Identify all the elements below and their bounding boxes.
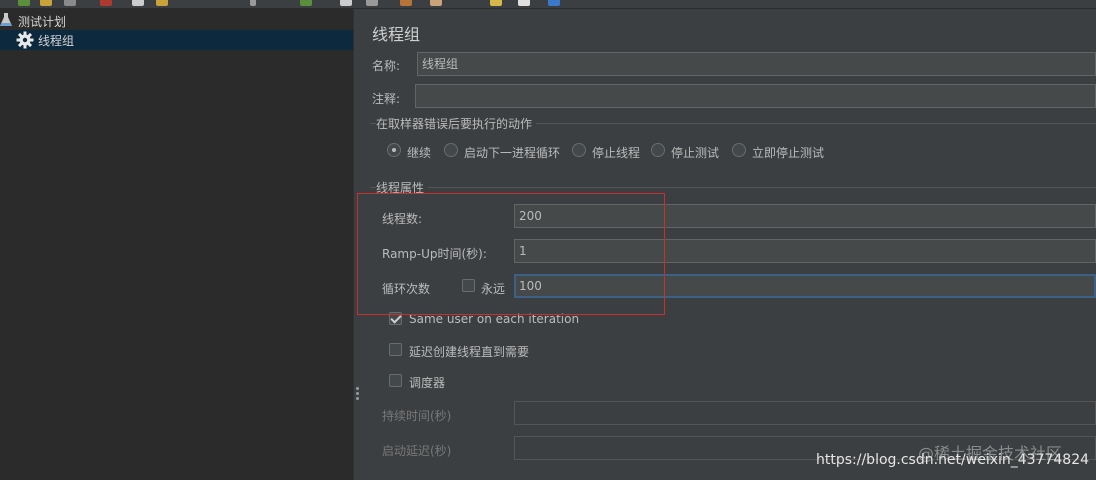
copy-icon[interactable] — [132, 0, 144, 6]
radio-label-start-next-loop: 启动下一进程循环 — [464, 146, 561, 160]
grip-dot — [356, 392, 359, 395]
delay-create-label: 延迟创建线程直到需要 — [409, 345, 530, 359]
comment-input[interactable] — [415, 84, 1096, 108]
scheduler-checkbox[interactable] — [389, 374, 402, 387]
tree-item-test-plan[interactable]: 测试计划 — [0, 11, 353, 31]
paste-icon[interactable] — [156, 0, 168, 6]
name-label: 名称: — [372, 59, 401, 73]
search-icon[interactable] — [430, 0, 442, 6]
tree-item-thread-group[interactable]: 线程组 — [0, 30, 353, 50]
grip-dot — [356, 397, 359, 400]
radio-label-continue: 继续 — [407, 146, 432, 160]
panel-title: 线程组 — [372, 25, 421, 44]
folder-icon[interactable] — [40, 0, 52, 6]
tree-item-label: 线程组 — [38, 33, 75, 48]
delay-create-checkbox[interactable] — [389, 343, 402, 356]
duration-label: 持续时间(秒) — [382, 409, 452, 423]
function-icon[interactable] — [490, 0, 502, 6]
clear-icon[interactable] — [366, 0, 378, 6]
shutdown-icon[interactable] — [340, 0, 352, 6]
highlight-box — [357, 193, 665, 315]
start-icon[interactable] — [300, 0, 312, 6]
help-icon[interactable] — [548, 0, 560, 6]
group-border — [370, 187, 1096, 188]
radio-stop-test-now[interactable] — [732, 143, 746, 157]
scheduler-label: 调度器 — [409, 376, 446, 390]
test-plan-tree: 测试计划 线程组 — [0, 9, 353, 480]
grip-dot — [356, 387, 359, 390]
radio-label-stop-test-now: 立即停止测试 — [752, 146, 825, 160]
comment-label: 注释: — [372, 92, 401, 106]
duration-input[interactable] — [514, 401, 1096, 425]
stop-icon[interactable] — [100, 0, 112, 6]
tree-item-label: 测试计划 — [18, 14, 67, 29]
run-icon[interactable] — [18, 0, 30, 6]
gear-icon — [16, 31, 34, 49]
expand-icon[interactable] — [250, 0, 256, 6]
flask-icon — [0, 13, 12, 26]
error-action-title: 在取样器错误后要执行的动作 — [376, 115, 537, 132]
broom-icon[interactable] — [400, 0, 412, 6]
radio-label-stop-thread: 停止线程 — [592, 146, 641, 160]
toolbar — [0, 0, 1096, 9]
template-icon[interactable] — [518, 0, 530, 6]
name-input[interactable]: 线程组 — [417, 52, 1096, 76]
save-icon[interactable] — [64, 0, 76, 6]
radio-label-stop-test: 停止测试 — [671, 146, 720, 160]
radio-stop-thread[interactable] — [572, 143, 586, 157]
radio-continue[interactable] — [387, 143, 401, 157]
startup-delay-label: 启动延迟(秒) — [382, 444, 452, 458]
watermark-url: https://blog.csdn.net/weixin_43774824 — [816, 452, 1090, 468]
radio-stop-test[interactable] — [651, 143, 665, 157]
radio-start-next-loop[interactable] — [444, 143, 458, 157]
